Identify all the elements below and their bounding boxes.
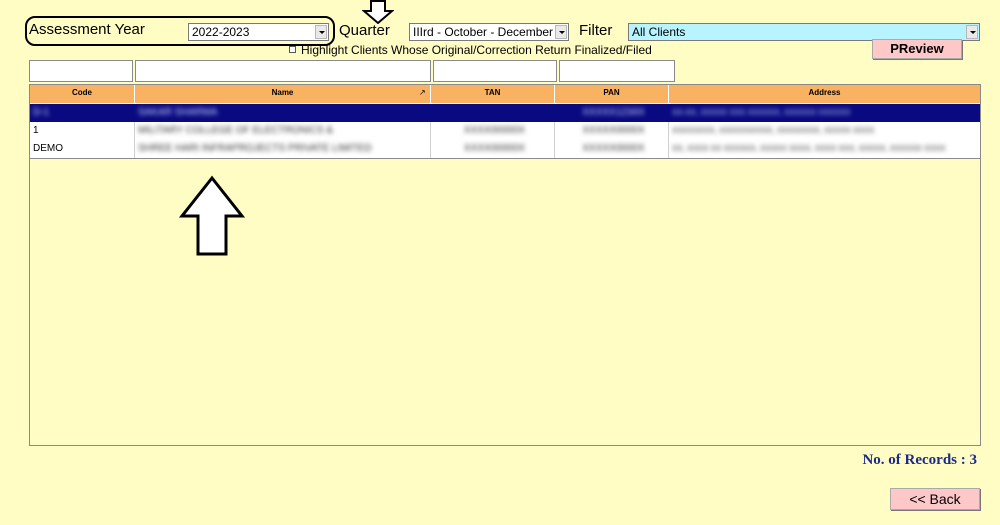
cell-pan: XXXXX0000X xyxy=(582,125,645,136)
down-arrow-icon xyxy=(362,0,394,24)
cell-name: MILITARY COLLEGE OF ELECTRONICS & xyxy=(138,125,334,136)
grid-header: Code Name ↗ TAN PAN Address xyxy=(30,85,980,103)
cell-address: XX, XXXX XX XXXXXX, XXXXX XXXX, XXXX XXX… xyxy=(672,144,946,153)
highlight-label: Highlight Clients Whose Original/Correct… xyxy=(301,43,652,57)
filter-label: Filter xyxy=(579,22,613,39)
row-divider xyxy=(30,158,980,159)
pan-search-input[interactable] xyxy=(559,60,675,82)
cell-tan: XXXX00000X xyxy=(463,143,526,154)
back-label: << Back xyxy=(909,491,961,507)
cell-pan: XXXXX1234X xyxy=(582,107,645,118)
column-header-tan[interactable]: TAN xyxy=(431,85,555,103)
back-button[interactable]: << Back xyxy=(890,488,980,510)
up-arrow-icon xyxy=(178,175,246,256)
cell-pan: XXXXX0000X xyxy=(582,143,645,154)
cell-name: SHREE HARI INFRAPROJECTS PRIVATE LIMITED xyxy=(138,143,372,154)
cell-code: D-1 xyxy=(33,107,50,118)
table-row[interactable]: 1 MILITARY COLLEGE OF ELECTRONICS & XXXX… xyxy=(30,122,980,140)
cell-code: DEMO xyxy=(33,143,63,154)
tan-search-input[interactable] xyxy=(433,60,557,82)
preview-label: PReview xyxy=(890,41,944,56)
column-header-code[interactable]: Code xyxy=(30,85,135,103)
column-divider xyxy=(430,122,431,158)
highlight-checkbox[interactable] xyxy=(289,46,296,53)
table-row[interactable]: DEMO SHREE HARI INFRAPROJECTS PRIVATE LI… xyxy=(30,140,980,158)
chevron-down-icon[interactable] xyxy=(555,25,567,39)
cell-address: XX-XX, XXXXX XXX XXXXXX, XXXXXX XXXXXX xyxy=(672,108,851,117)
filter-value: All Clients xyxy=(632,25,686,39)
quarter-label: Quarter xyxy=(339,22,390,39)
chevron-down-icon[interactable] xyxy=(315,25,327,39)
quarter-select[interactable]: IIIrd - October - December xyxy=(409,23,569,41)
cell-name: SAKAR SHARMA xyxy=(138,107,218,118)
column-divider xyxy=(134,122,135,158)
assessment-year-select[interactable]: 2022-2023 xyxy=(188,23,329,41)
column-divider xyxy=(554,122,555,158)
column-header-address[interactable]: Address xyxy=(669,85,980,103)
cell-address: XXXXXXXX, XXXXXXXXXX, XXXXXXXX, XXXXX XX… xyxy=(672,126,875,135)
name-search-input[interactable] xyxy=(135,60,431,82)
assessment-year-label: Assessment Year xyxy=(29,21,145,38)
cell-code: 1 xyxy=(33,125,39,136)
chevron-down-icon[interactable] xyxy=(966,25,978,39)
table-row[interactable]: D-1 SAKAR SHARMA XXXXX1234X XX-XX, XXXXX… xyxy=(30,104,980,122)
assessment-year-value: 2022-2023 xyxy=(192,25,250,39)
sort-icon: ↗ xyxy=(419,88,426,97)
code-search-input[interactable] xyxy=(29,60,133,82)
preview-button[interactable]: PReview xyxy=(872,39,962,59)
clients-grid[interactable]: Code Name ↗ TAN PAN Address D-1 SAKAR SH… xyxy=(29,84,981,446)
column-header-name[interactable]: Name xyxy=(135,85,431,103)
cell-tan: XXXX00000X xyxy=(463,125,526,136)
column-divider xyxy=(668,122,669,158)
column-header-pan[interactable]: PAN xyxy=(555,85,669,103)
records-count: No. of Records : 3 xyxy=(862,452,977,468)
quarter-value: IIIrd - October - December xyxy=(413,25,554,39)
